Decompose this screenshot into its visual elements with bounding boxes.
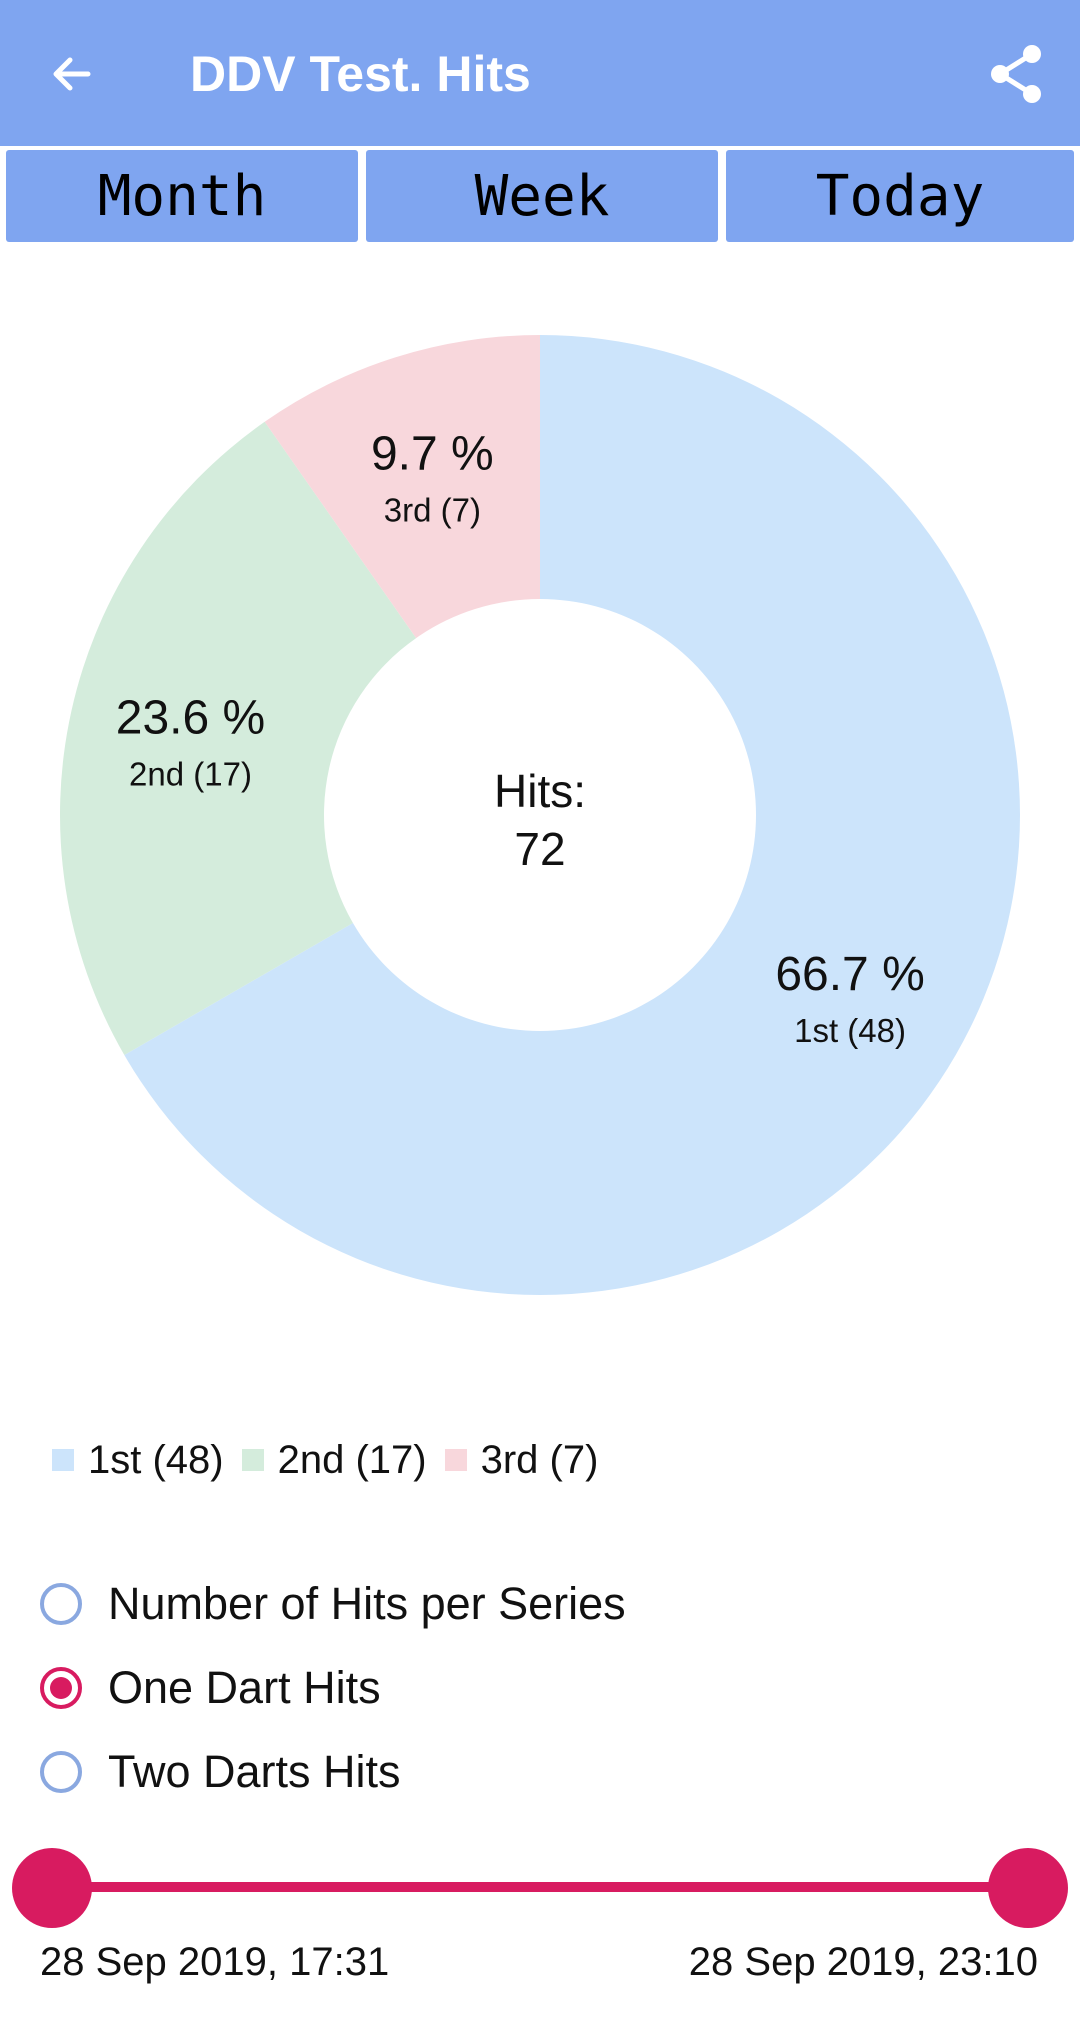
legend-label-3rd: 3rd (7) bbox=[480, 1437, 599, 1482]
share-icon bbox=[991, 45, 1041, 103]
legend-swatch-1st bbox=[52, 1449, 74, 1471]
radio-unchecked-icon bbox=[40, 1583, 82, 1625]
range-track[interactable] bbox=[52, 1882, 1028, 1892]
range-start-thumb[interactable] bbox=[12, 1848, 92, 1928]
radio-label: Number of Hits per Series bbox=[108, 1578, 626, 1629]
legend-item-1st: 1st (48) bbox=[52, 1438, 224, 1483]
share-button[interactable] bbox=[976, 38, 1056, 110]
radio-one-dart-hits[interactable]: One Dart Hits bbox=[40, 1646, 1040, 1730]
radio-unchecked-icon bbox=[40, 1751, 82, 1793]
slice-percent-label: 9.7 % bbox=[371, 428, 494, 481]
slice-category-label: 3rd (7) bbox=[384, 492, 481, 529]
radio-label: Two Darts Hits bbox=[108, 1746, 401, 1797]
center-value: 72 bbox=[514, 823, 565, 875]
legend-label-1st: 1st (48) bbox=[88, 1437, 224, 1482]
app-bar: DDV Test. Hits bbox=[0, 0, 1080, 146]
back-button[interactable] bbox=[36, 38, 108, 110]
tab-week[interactable]: Week bbox=[366, 150, 718, 242]
legend-item-2nd: 2nd (17) bbox=[241, 1437, 427, 1483]
date-range-slider bbox=[0, 1838, 1080, 1938]
slice-percent-label: 66.7 % bbox=[775, 948, 924, 1001]
slice-percent-label: 23.6 % bbox=[116, 692, 265, 745]
radio-two-darts-hits[interactable]: Two Darts Hits bbox=[40, 1730, 1040, 1814]
radio-checked-icon bbox=[40, 1667, 82, 1709]
radio-label: One Dart Hits bbox=[108, 1662, 381, 1713]
legend-swatch-3rd bbox=[444, 1449, 467, 1471]
radio-hits-per-series[interactable]: Number of Hits per Series bbox=[40, 1562, 1040, 1646]
legend-item-3rd: 3rd (7) bbox=[444, 1437, 599, 1483]
slice-category-label: 2nd (17) bbox=[129, 756, 252, 793]
slice-category-label: 1st (48) bbox=[794, 1012, 906, 1049]
legend-label-2nd: 2nd (17) bbox=[277, 1437, 427, 1482]
center-label: Hits: bbox=[494, 765, 586, 817]
hits-donut-chart: 66.7 % 1st (48) 23.6 % 2nd (17) 9.7 % 3rd (7)… bbox=[0, 300, 1080, 1320]
tab-month[interactable]: Month bbox=[6, 150, 358, 242]
period-tabs: Month Week Today bbox=[0, 150, 1080, 244]
range-end-thumb[interactable] bbox=[988, 1848, 1068, 1928]
range-start-date: 28 Sep 2019, 17:31 bbox=[40, 1940, 390, 1984]
legend-swatch-2nd bbox=[241, 1449, 264, 1471]
arrow-left-icon bbox=[53, 57, 91, 91]
range-end-date: 28 Sep 2019, 23:10 bbox=[688, 1940, 1038, 1984]
tab-today[interactable]: Today bbox=[726, 150, 1074, 242]
page-title: DDV Test. Hits bbox=[190, 46, 531, 102]
hits-type-radio-group: Number of Hits per Series One Dart Hits … bbox=[40, 1562, 1040, 1814]
donut-svg: 66.7 % 1st (48) 23.6 % 2nd (17) 9.7 % 3rd (7)… bbox=[59, 335, 1020, 1295]
chart-legend: 1st (48) 2nd (17) 3rd (7) bbox=[52, 1430, 616, 1490]
